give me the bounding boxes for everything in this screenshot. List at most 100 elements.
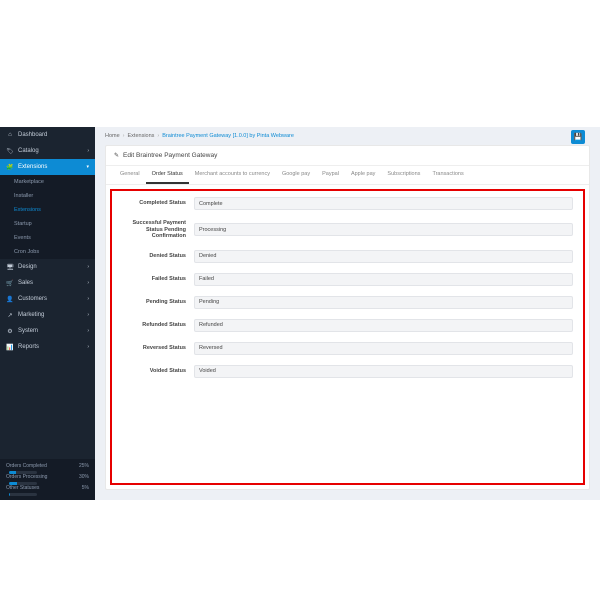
sidebar-item-reports[interactable]: 📊 Reports ›: [0, 339, 95, 355]
sidebar-item-label: Reports: [18, 344, 87, 350]
breadcrumb-home[interactable]: Home: [105, 133, 120, 139]
sidebar-subitems: Marketplace Installer Extensions Startup…: [0, 175, 95, 259]
panel-header: ✎ Edit Braintree Payment Gateway: [106, 146, 589, 166]
breadcrumb-extensions[interactable]: Extensions: [128, 133, 155, 139]
stat-row: Orders Completed 25%: [6, 463, 89, 469]
sidebar-sub-cronjobs[interactable]: Cron Jobs: [0, 245, 95, 259]
user-icon: 👤: [6, 295, 14, 303]
field-label: Pending Status: [122, 299, 194, 306]
row-failed-status: Failed Status Failed: [122, 273, 573, 286]
sidebar-sub-events[interactable]: Events: [0, 231, 95, 245]
row-refunded-status: Refunded Status Refunded: [122, 319, 573, 332]
progress-bar: [9, 493, 37, 496]
reversed-status-select[interactable]: Reversed: [194, 342, 573, 355]
sidebar-item-label: Dashboard: [18, 132, 89, 138]
field-label: Refunded Status: [122, 322, 194, 329]
sidebar-sub-marketplace[interactable]: Marketplace: [0, 175, 95, 189]
stat-row: Other Statuses 5%: [6, 485, 89, 491]
dashboard-icon: ⌂: [6, 131, 14, 139]
successful-payment-status-select[interactable]: Processing: [194, 223, 573, 236]
sidebar-item-design[interactable]: 🖥 Design ›: [0, 259, 95, 275]
chevron-right-icon: ›: [87, 328, 89, 334]
breadcrumb-current[interactable]: Braintree Payment Gateway [1.0.0] by Pin…: [162, 133, 294, 139]
gear-icon: ⚙: [6, 327, 14, 335]
sidebar-sub-extensions[interactable]: Extensions: [0, 203, 95, 217]
save-icon: 💾: [574, 133, 583, 141]
panel-title: Edit Braintree Payment Gateway: [123, 152, 217, 159]
chevron-right-icon: ›: [87, 312, 89, 318]
sidebar-item-sales[interactable]: 🛒 Sales ›: [0, 275, 95, 291]
panel: ✎ Edit Braintree Payment Gateway General…: [105, 145, 590, 490]
breadcrumb-sep: ›: [157, 133, 159, 139]
tag-icon: 🏷: [6, 147, 14, 155]
row-denied-status: Denied Status Denied: [122, 250, 573, 263]
sidebar-item-extensions[interactable]: 🧩 Extensions ▾: [0, 159, 95, 175]
field-label: Voided Status: [122, 368, 194, 375]
stat-row: Orders Processing 30%: [6, 474, 89, 480]
chevron-right-icon: ›: [87, 264, 89, 270]
denied-status-select[interactable]: Denied: [194, 250, 573, 263]
completed-status-select[interactable]: Complete: [194, 197, 573, 210]
chevron-right-icon: ›: [87, 296, 89, 302]
sidebar-stats: Orders Completed 25% Orders Processing 3…: [0, 459, 95, 500]
sidebar-item-label: Extensions: [18, 164, 86, 170]
sidebar-item-system[interactable]: ⚙ System ›: [0, 323, 95, 339]
stat-label: Orders Completed: [6, 463, 79, 469]
sidebar-sub-startup[interactable]: Startup: [0, 217, 95, 231]
stat-value: 30%: [79, 474, 89, 480]
stat-label: Other Statuses: [6, 485, 82, 491]
sidebar-item-label: Catalog: [18, 148, 87, 154]
cart-icon: 🛒: [6, 279, 14, 287]
field-label: Failed Status: [122, 276, 194, 283]
stat-value: 25%: [79, 463, 89, 469]
sidebar-item-customers[interactable]: 👤 Customers ›: [0, 291, 95, 307]
row-pending-status: Pending Status Pending: [122, 296, 573, 309]
main-area: Home › Extensions › Braintree Payment Ga…: [95, 127, 600, 500]
tabs: General Order Status Merchant accounts t…: [106, 166, 589, 185]
sidebar-item-label: Customers: [18, 296, 87, 302]
breadcrumb-sep: ›: [123, 133, 125, 139]
tab-google-pay[interactable]: Google pay: [276, 166, 316, 184]
field-label: Reversed Status: [122, 345, 194, 352]
sidebar-item-label: Marketing: [18, 312, 87, 318]
sidebar-sub-installer[interactable]: Installer: [0, 189, 95, 203]
breadcrumb: Home › Extensions › Braintree Payment Ga…: [95, 127, 600, 143]
row-reversed-status: Reversed Status Reversed: [122, 342, 573, 355]
save-button[interactable]: 💾: [571, 130, 585, 144]
chevron-down-icon: ▾: [86, 164, 89, 170]
tab-merchant-accounts[interactable]: Merchant accounts to currency: [189, 166, 276, 184]
tab-paypal[interactable]: Paypal: [316, 166, 345, 184]
refunded-status-select[interactable]: Refunded: [194, 319, 573, 332]
field-label: Completed Status: [122, 200, 194, 207]
tab-transactions[interactable]: Transactions: [426, 166, 469, 184]
tab-order-status[interactable]: Order Status: [146, 166, 189, 184]
sidebar-item-label: System: [18, 328, 87, 334]
row-successful-payment-status: Successful Payment Status Pending Confir…: [122, 220, 573, 240]
chevron-right-icon: ›: [87, 344, 89, 350]
voided-status-select[interactable]: Voided: [194, 365, 573, 378]
tab-subscriptions[interactable]: Subscriptions: [381, 166, 426, 184]
form-order-status: Completed Status Complete Successful Pay…: [110, 189, 585, 485]
tab-apple-pay[interactable]: Apple pay: [345, 166, 381, 184]
stat-label: Orders Processing: [6, 474, 79, 480]
chevron-right-icon: ›: [87, 148, 89, 154]
failed-status-select[interactable]: Failed: [194, 273, 573, 286]
sidebar-item-marketing[interactable]: ↗ Marketing ›: [0, 307, 95, 323]
puzzle-icon: 🧩: [6, 163, 14, 171]
sidebar-item-dashboard[interactable]: ⌂ Dashboard: [0, 127, 95, 143]
chevron-right-icon: ›: [87, 280, 89, 286]
tab-general[interactable]: General: [114, 166, 146, 184]
row-voided-status: Voided Status Voided: [122, 365, 573, 378]
sidebar: ⌂ Dashboard 🏷 Catalog › 🧩 Extensions ▾ M…: [0, 127, 95, 500]
stat-value: 5%: [82, 485, 89, 491]
sidebar-item-label: Sales: [18, 280, 87, 286]
sidebar-item-catalog[interactable]: 🏷 Catalog ›: [0, 143, 95, 159]
share-icon: ↗: [6, 311, 14, 319]
field-label: Denied Status: [122, 253, 194, 260]
field-label: Successful Payment Status Pending Confir…: [122, 220, 194, 240]
row-completed-status: Completed Status Complete: [122, 197, 573, 210]
pencil-icon: ✎: [114, 152, 119, 159]
chart-icon: 📊: [6, 343, 14, 351]
sidebar-item-label: Design: [18, 264, 87, 270]
pending-status-select[interactable]: Pending: [194, 296, 573, 309]
